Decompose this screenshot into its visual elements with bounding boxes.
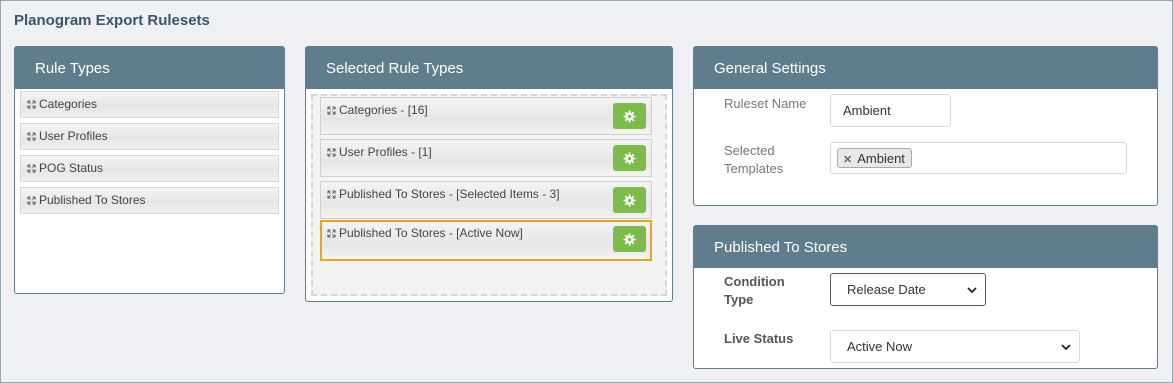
selected-item-label: Published To Stores - [Selected Items - … [339,187,560,201]
published-to-stores-panel: Published To Stores Condition Type Relea… [693,225,1158,369]
template-tag-label: Ambient [857,151,905,166]
rule-types-list: Categories User Profiles POG Status Publ… [15,89,284,214]
selected-item-published-to-stores-selected[interactable]: Published To Stores - [Selected Items - … [320,181,652,219]
chevron-down-icon [967,286,977,293]
close-icon[interactable]: ✕ [843,154,852,166]
rule-type-item-categories[interactable]: Categories [20,91,279,118]
selected-templates-label-line1: Selected [724,143,775,158]
condition-type-label-line2: Type [724,292,754,307]
selected-item-label: Categories - [16] [339,103,428,117]
rule-types-panel: Rule Types Categories User Profiles POG … [14,46,285,294]
settings-button[interactable] [613,187,646,213]
general-settings-header: General Settings [694,47,1157,89]
move-icon [327,106,336,115]
gear-icon [623,193,636,207]
template-tag: ✕ Ambient [837,148,912,168]
move-icon [327,148,336,157]
rule-type-label: Categories [39,97,98,111]
settings-button[interactable] [613,103,646,129]
page-title: Planogram Export Rulesets [14,12,210,29]
rule-type-item-pog-status[interactable]: POG Status [20,155,279,182]
rule-type-item-user-profiles[interactable]: User Profiles [20,123,279,150]
condition-type-select[interactable]: Release Date [830,273,986,306]
app-frame: Planogram Export Rulesets Rule Types Cat… [0,0,1173,383]
rule-type-label: Published To Stores [39,193,146,207]
published-to-stores-header: Published To Stores [694,226,1157,268]
selected-item-label: Published To Stores - [Active Now] [339,226,523,240]
gear-icon [623,232,636,246]
move-icon [27,196,36,205]
gear-icon [623,109,636,123]
selected-item-label: User Profiles - [1] [339,145,432,159]
selected-templates-label-line2: Templates [724,161,784,176]
live-status-select[interactable]: Active Now [830,330,1080,363]
move-icon [327,229,336,238]
selected-templates-label: Selected Templates [724,142,783,178]
move-icon [27,132,36,141]
selected-item-categories[interactable]: Categories - [16] [320,97,652,135]
ruleset-name-label: Ruleset Name [724,96,807,111]
rule-type-label: POG Status [39,161,104,175]
rule-type-label: User Profiles [39,129,108,143]
rule-types-header: Rule Types [15,47,284,89]
gear-icon [623,151,636,165]
move-icon [327,190,336,199]
chevron-down-icon [1061,343,1071,350]
settings-button[interactable] [613,145,646,171]
rule-type-item-published-to-stores[interactable]: Published To Stores [20,187,279,214]
live-status-value: Active Now [847,339,913,354]
move-icon [27,164,36,173]
general-settings-panel: General Settings Ruleset Name Selected T… [693,46,1158,206]
condition-type-value: Release Date [847,282,926,297]
ruleset-name-input[interactable] [830,94,951,127]
settings-button[interactable] [613,226,646,252]
move-icon [27,100,36,109]
live-status-label: Live Status [724,331,794,346]
selected-rule-types-header: Selected Rule Types [306,47,672,89]
condition-type-label-line1: Condition [724,274,785,289]
templates-multiselect[interactable]: ✕ Ambient [830,142,1127,174]
selected-rule-types-panel: Selected Rule Types Categories - [16] Us… [305,46,673,302]
condition-type-label: Condition Type [724,273,785,309]
selected-item-published-to-stores-active[interactable]: Published To Stores - [Active Now] [320,220,652,261]
selected-item-user-profiles[interactable]: User Profiles - [1] [320,139,652,177]
